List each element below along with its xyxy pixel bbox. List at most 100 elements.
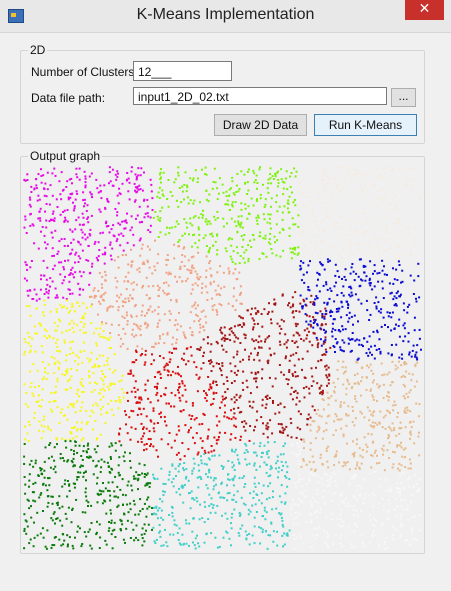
data-point bbox=[370, 345, 373, 348]
data-point bbox=[393, 304, 396, 307]
data-point bbox=[81, 236, 84, 239]
data-point bbox=[312, 326, 315, 329]
data-point bbox=[61, 189, 64, 192]
data-point bbox=[372, 330, 375, 333]
data-point bbox=[300, 485, 303, 488]
data-point bbox=[161, 500, 164, 503]
data-point bbox=[306, 221, 309, 224]
data-point bbox=[93, 287, 96, 290]
data-point bbox=[384, 172, 387, 174]
data-point bbox=[165, 541, 168, 544]
data-point bbox=[143, 443, 146, 446]
data-point bbox=[197, 464, 200, 467]
data-point bbox=[163, 368, 166, 371]
data-point bbox=[301, 357, 304, 360]
data-point bbox=[54, 522, 56, 525]
data-point bbox=[315, 366, 317, 369]
data-point bbox=[85, 331, 87, 334]
data-point bbox=[409, 389, 412, 392]
data-point bbox=[219, 328, 222, 331]
data-point bbox=[264, 234, 267, 237]
data-point bbox=[213, 454, 216, 457]
data-point bbox=[374, 449, 377, 452]
data-point bbox=[348, 230, 351, 233]
data-point bbox=[408, 353, 411, 356]
data-point bbox=[89, 358, 92, 361]
data-point bbox=[173, 523, 176, 526]
data-point bbox=[56, 377, 59, 380]
data-point bbox=[280, 512, 283, 515]
data-point bbox=[264, 198, 267, 201]
data-point bbox=[249, 425, 252, 427]
data-point bbox=[302, 494, 305, 497]
data-point bbox=[346, 380, 349, 383]
data-point bbox=[66, 418, 69, 421]
data-point bbox=[191, 305, 194, 308]
data-point bbox=[329, 315, 332, 317]
data-point bbox=[416, 358, 419, 361]
data-point bbox=[415, 212, 418, 215]
data-point bbox=[166, 292, 169, 295]
data-point bbox=[124, 332, 127, 335]
data-point bbox=[264, 338, 267, 341]
data-point bbox=[378, 421, 381, 424]
data-point bbox=[281, 519, 284, 522]
data-point bbox=[145, 276, 148, 279]
data-point bbox=[53, 254, 55, 257]
data-point bbox=[282, 445, 285, 448]
data-point bbox=[210, 403, 212, 406]
data-point bbox=[122, 396, 125, 399]
data-point bbox=[198, 331, 201, 334]
data-point bbox=[196, 273, 199, 276]
data-point bbox=[184, 337, 187, 340]
data-point bbox=[132, 528, 135, 531]
data-point bbox=[121, 315, 124, 318]
data-point bbox=[157, 312, 160, 315]
data-point bbox=[356, 489, 359, 492]
data-point bbox=[270, 205, 272, 208]
data-point bbox=[136, 214, 139, 217]
data-point bbox=[322, 489, 325, 492]
data-point bbox=[167, 284, 170, 287]
data-point bbox=[102, 379, 105, 382]
data-point bbox=[32, 363, 35, 366]
data-point bbox=[286, 383, 289, 386]
data-point bbox=[104, 500, 107, 503]
data-point bbox=[392, 534, 395, 537]
data-point bbox=[341, 545, 344, 548]
data-point bbox=[381, 374, 384, 377]
data-point bbox=[327, 491, 330, 494]
data-point bbox=[272, 400, 274, 402]
data-point bbox=[77, 363, 80, 366]
data-point bbox=[76, 429, 78, 432]
data-point bbox=[285, 177, 288, 180]
data-point bbox=[175, 199, 178, 202]
data-point bbox=[355, 400, 358, 403]
data-point bbox=[411, 494, 414, 497]
data-point bbox=[407, 396, 410, 398]
data-point bbox=[81, 465, 84, 467]
data-point bbox=[45, 195, 48, 198]
data-point bbox=[387, 517, 390, 520]
data-point bbox=[36, 534, 39, 537]
data-point bbox=[367, 432, 370, 435]
data-point bbox=[413, 279, 416, 282]
data-point bbox=[27, 405, 30, 408]
data-point bbox=[324, 323, 327, 326]
data-point bbox=[324, 184, 326, 187]
data-point bbox=[136, 190, 139, 193]
data-point bbox=[327, 534, 330, 537]
data-point bbox=[23, 476, 26, 478]
data-point bbox=[49, 184, 52, 187]
data-point bbox=[107, 357, 110, 360]
data-point bbox=[210, 361, 213, 364]
data-point bbox=[218, 545, 221, 548]
data-point bbox=[144, 314, 146, 317]
data-point bbox=[109, 305, 112, 308]
data-point bbox=[349, 239, 351, 241]
data-point bbox=[156, 477, 159, 480]
data-point bbox=[316, 510, 319, 513]
data-point bbox=[43, 314, 45, 317]
data-point bbox=[77, 476, 80, 478]
data-point bbox=[267, 485, 270, 488]
